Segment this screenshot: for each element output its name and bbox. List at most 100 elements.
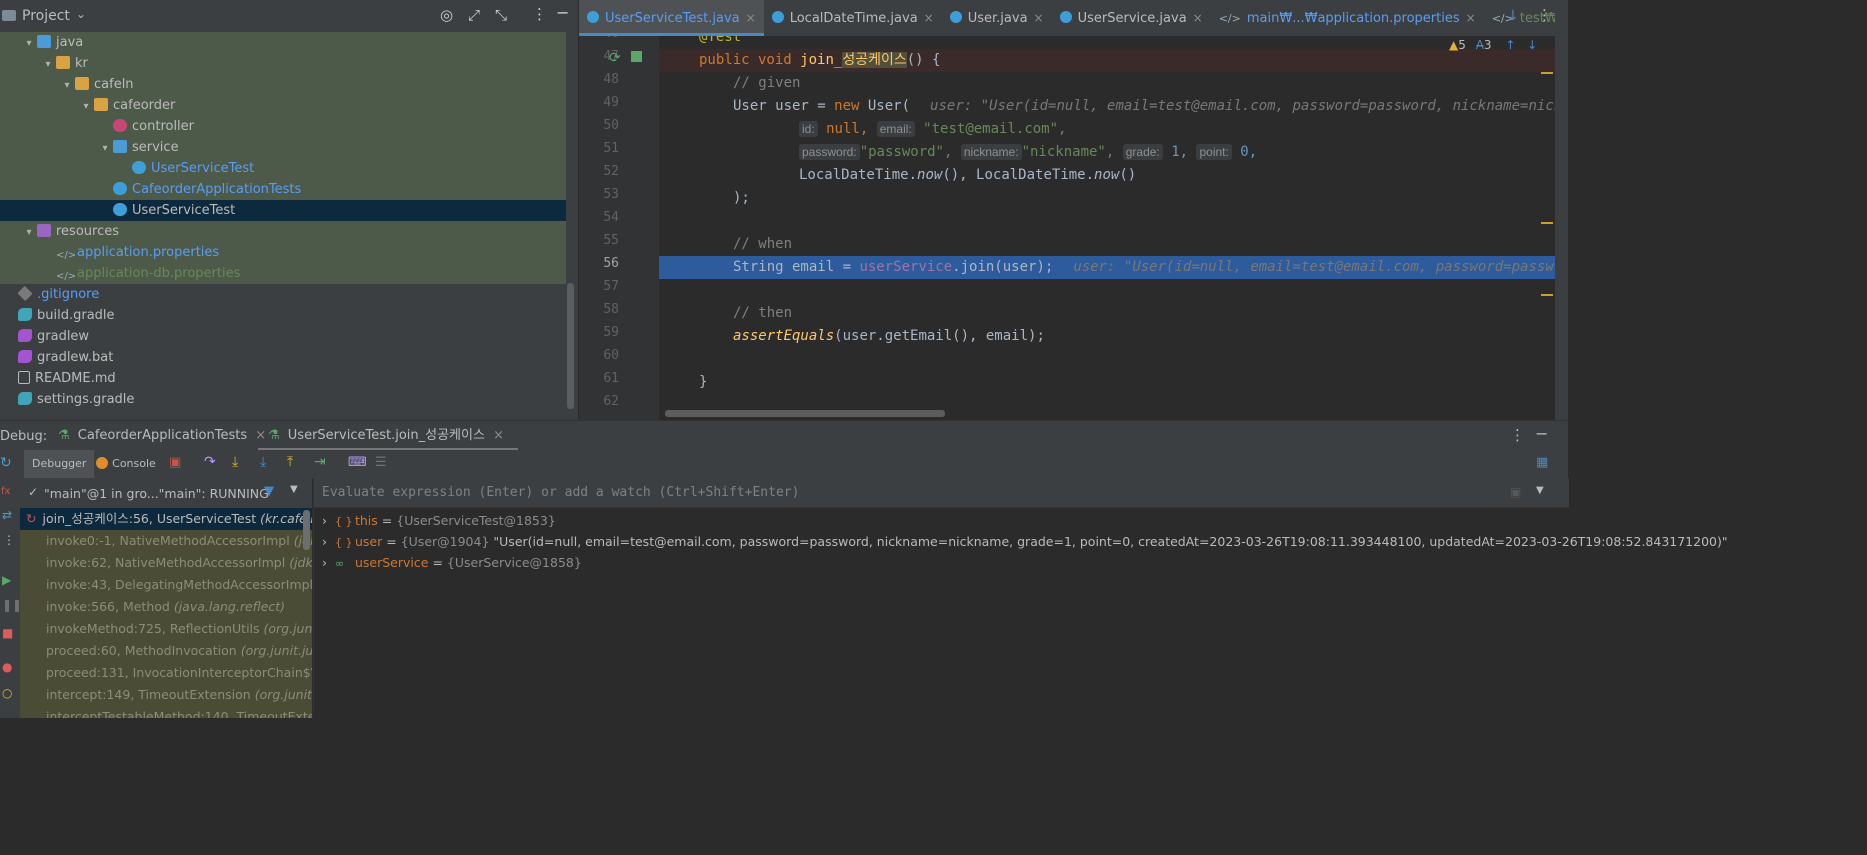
tree-item[interactable]: </>application-db.properties bbox=[0, 263, 566, 284]
line-number[interactable]: 46 bbox=[579, 36, 619, 41]
code-line[interactable]: assertEquals(user.getEmail(), email); bbox=[659, 325, 1045, 348]
line-number[interactable]: 61 bbox=[579, 371, 619, 386]
stack-frame[interactable]: interceptTestableMethod:140, TimeoutExte… bbox=[20, 706, 312, 718]
tree-item[interactable]: gradlew bbox=[0, 326, 566, 347]
line-number[interactable]: 49 bbox=[579, 95, 619, 110]
run-to-cursor-icon[interactable]: ⇥ bbox=[314, 454, 326, 470]
line-number[interactable]: 54 bbox=[579, 210, 619, 225]
editor-tab[interactable]: User.java × bbox=[942, 0, 1052, 36]
code-line[interactable]: // given bbox=[659, 72, 800, 95]
chevron-right-icon[interactable]: › bbox=[322, 555, 327, 570]
tree-item[interactable]: ▾ cafeorder bbox=[0, 95, 566, 116]
stack-frame[interactable]: invoke0:-1, NativeMethodAccessorImpl (jd… bbox=[20, 530, 312, 552]
filter-icon[interactable]: ▼ bbox=[264, 484, 274, 499]
stack-frame[interactable]: proceed:131, InvocationInterceptorChain$… bbox=[20, 662, 312, 684]
variable-row[interactable]: ›{ } user = {User@1904} "User(id=null, e… bbox=[322, 531, 1728, 553]
step-out-icon[interactable]: ⤒ bbox=[287, 454, 293, 470]
line-number[interactable]: 59 bbox=[579, 325, 619, 340]
line-number[interactable]: 60 bbox=[579, 348, 619, 363]
debug-hide-icon[interactable]: − bbox=[1535, 424, 1548, 443]
rerun-icon[interactable]: ↻ bbox=[0, 455, 12, 471]
code-line[interactable]: } bbox=[659, 371, 707, 394]
notifications-tool-button[interactable] bbox=[1557, 180, 1565, 250]
view-breakpoints-icon[interactable]: fx bbox=[1, 486, 10, 497]
drop-frame-icon[interactable]: ⇄ bbox=[2, 508, 12, 522]
tree-item[interactable]: CafeorderApplicationTests bbox=[0, 179, 566, 200]
chevron-down-icon[interactable]: ▾ bbox=[97, 138, 113, 159]
tab-debugger[interactable]: Debugger bbox=[24, 450, 95, 478]
execution-point-line[interactable]: String email = userService.join(user); us… bbox=[659, 256, 1555, 279]
tree-item[interactable]: README.md bbox=[0, 368, 566, 389]
collapse-all-icon[interactable]: ⤡ bbox=[495, 6, 507, 24]
line-number[interactable]: 52 bbox=[579, 164, 619, 179]
chevron-down-icon[interactable]: ▾ bbox=[59, 75, 75, 96]
gradle-tool-button[interactable] bbox=[1557, 115, 1565, 155]
close-icon[interactable]: × bbox=[1034, 11, 1044, 25]
tree-item[interactable]: ▾ service bbox=[0, 137, 566, 158]
problems-indicator[interactable]: ▲5 A̶3 ↑ ↓ bbox=[1449, 38, 1537, 52]
key-promoter-tool-button[interactable] bbox=[1557, 290, 1565, 370]
tree-item[interactable]: controller bbox=[0, 116, 566, 137]
code-line[interactable]: id: null, email: "test@email.com", bbox=[659, 118, 1066, 141]
line-number[interactable]: 58 bbox=[579, 302, 619, 317]
trace-icon[interactable]: ☰ bbox=[375, 455, 387, 470]
tree-item[interactable]: UserServiceTest bbox=[0, 200, 566, 221]
variable-row[interactable]: › ∞ userService = {UserService@1858} bbox=[322, 552, 582, 574]
chevron-down-icon[interactable]: ▾ bbox=[40, 54, 56, 75]
code-line[interactable]: password: "password", nickname: "nickname"… bbox=[659, 141, 1257, 164]
stack-frame[interactable]: invoke:566, Method (java.lang.reflect) bbox=[20, 596, 312, 618]
stack-frame[interactable]: invoke:62, NativeMethodAccessorImpl (jdk… bbox=[20, 552, 312, 574]
chevron-right-icon[interactable]: › bbox=[322, 513, 327, 528]
close-icon[interactable]: × bbox=[493, 428, 504, 443]
close-icon[interactable]: × bbox=[746, 11, 756, 25]
tree-item[interactable]: ▾ java bbox=[0, 32, 566, 53]
expand-all-icon[interactable]: ⤢ bbox=[468, 6, 480, 24]
database-tool-button[interactable] bbox=[1557, 30, 1565, 90]
tree-item[interactable]: build.gradle bbox=[0, 305, 566, 326]
stack-frame[interactable]: ↻join_성공케이스:56, UserServiceTest (kr.cafe… bbox=[20, 508, 312, 530]
close-icon[interactable]: × bbox=[1193, 11, 1203, 25]
prev-highlight-icon[interactable]: ↑ bbox=[1505, 38, 1515, 52]
step-over-icon[interactable]: ↷ bbox=[204, 454, 216, 470]
editor-tab[interactable]: UserServiceTest.java × bbox=[579, 0, 764, 36]
tab-list-down-icon[interactable]: ↓ bbox=[1507, 8, 1519, 24]
project-title[interactable]: Project bbox=[22, 8, 70, 24]
tab-options-icon[interactable]: ⋮ bbox=[1537, 6, 1552, 24]
tree-item[interactable]: ▾ kr bbox=[0, 53, 566, 74]
tree-item[interactable]: UserServiceTest bbox=[0, 158, 566, 179]
chevron-down-icon[interactable]: ▼ bbox=[290, 484, 298, 495]
options-icon[interactable]: ⋮ bbox=[532, 5, 547, 23]
stop-icon[interactable]: ■ bbox=[2, 626, 13, 640]
line-number[interactable]: 51 bbox=[579, 141, 619, 156]
mute-breakpoints-icon[interactable]: ● bbox=[2, 660, 12, 674]
code-line[interactable]: // then bbox=[659, 302, 792, 325]
close-icon[interactable]: × bbox=[1466, 11, 1476, 25]
code-line[interactable]: // when bbox=[659, 233, 792, 256]
next-highlight-icon[interactable]: ↓ bbox=[1527, 38, 1537, 52]
stack-frame[interactable]: proceed:60, MethodInvocation (org.junit.… bbox=[20, 640, 312, 662]
editor-tab[interactable]: LocalDateTime.java × bbox=[764, 0, 942, 36]
line-number[interactable]: 62 bbox=[579, 394, 619, 409]
tree-item[interactable]: ▾ cafeln bbox=[0, 74, 566, 95]
line-number[interactable]: 56 bbox=[579, 256, 619, 271]
layout-icon[interactable]: ▦ bbox=[1536, 455, 1548, 470]
chevron-right-icon[interactable]: › bbox=[322, 534, 327, 549]
settings-icon[interactable]: ○ bbox=[2, 686, 12, 700]
line-number[interactable]: 53 bbox=[579, 187, 619, 202]
code-line[interactable]: User user = new User(user: "User(id=null… bbox=[659, 95, 1555, 118]
editor-horizontal-scrollbar[interactable] bbox=[665, 410, 945, 417]
code-editor[interactable]: 4647484950515253545556575859606162⟳ @Tes… bbox=[579, 36, 1555, 420]
evaluate-expression-input[interactable]: Evaluate expression (Enter) or add a wat… bbox=[314, 478, 1569, 508]
line-number[interactable]: 50 bbox=[579, 118, 619, 133]
tree-item[interactable]: .gitignore bbox=[0, 284, 566, 305]
evaluate-expression-icon[interactable]: ⌨ bbox=[348, 455, 367, 470]
variable-row[interactable]: ›{ } this = {UserServiceTest@1853} bbox=[322, 510, 556, 532]
stack-frame[interactable]: invoke:43, DelegatingMethodAccessorImpl … bbox=[20, 574, 312, 596]
line-number[interactable]: 55 bbox=[579, 233, 619, 248]
code-line[interactable]: LocalDateTime.now(), LocalDateTime.now() bbox=[659, 164, 1136, 187]
chevron-down-icon[interactable]: ▾ bbox=[21, 33, 37, 54]
restore-layout-icon[interactable]: ▣ bbox=[169, 455, 181, 470]
code-line[interactable]: public void join_성공케이스() { bbox=[659, 49, 1555, 72]
more-icon[interactable]: ⋮ bbox=[3, 533, 15, 547]
tree-item[interactable]: settings.gradle bbox=[0, 389, 566, 410]
